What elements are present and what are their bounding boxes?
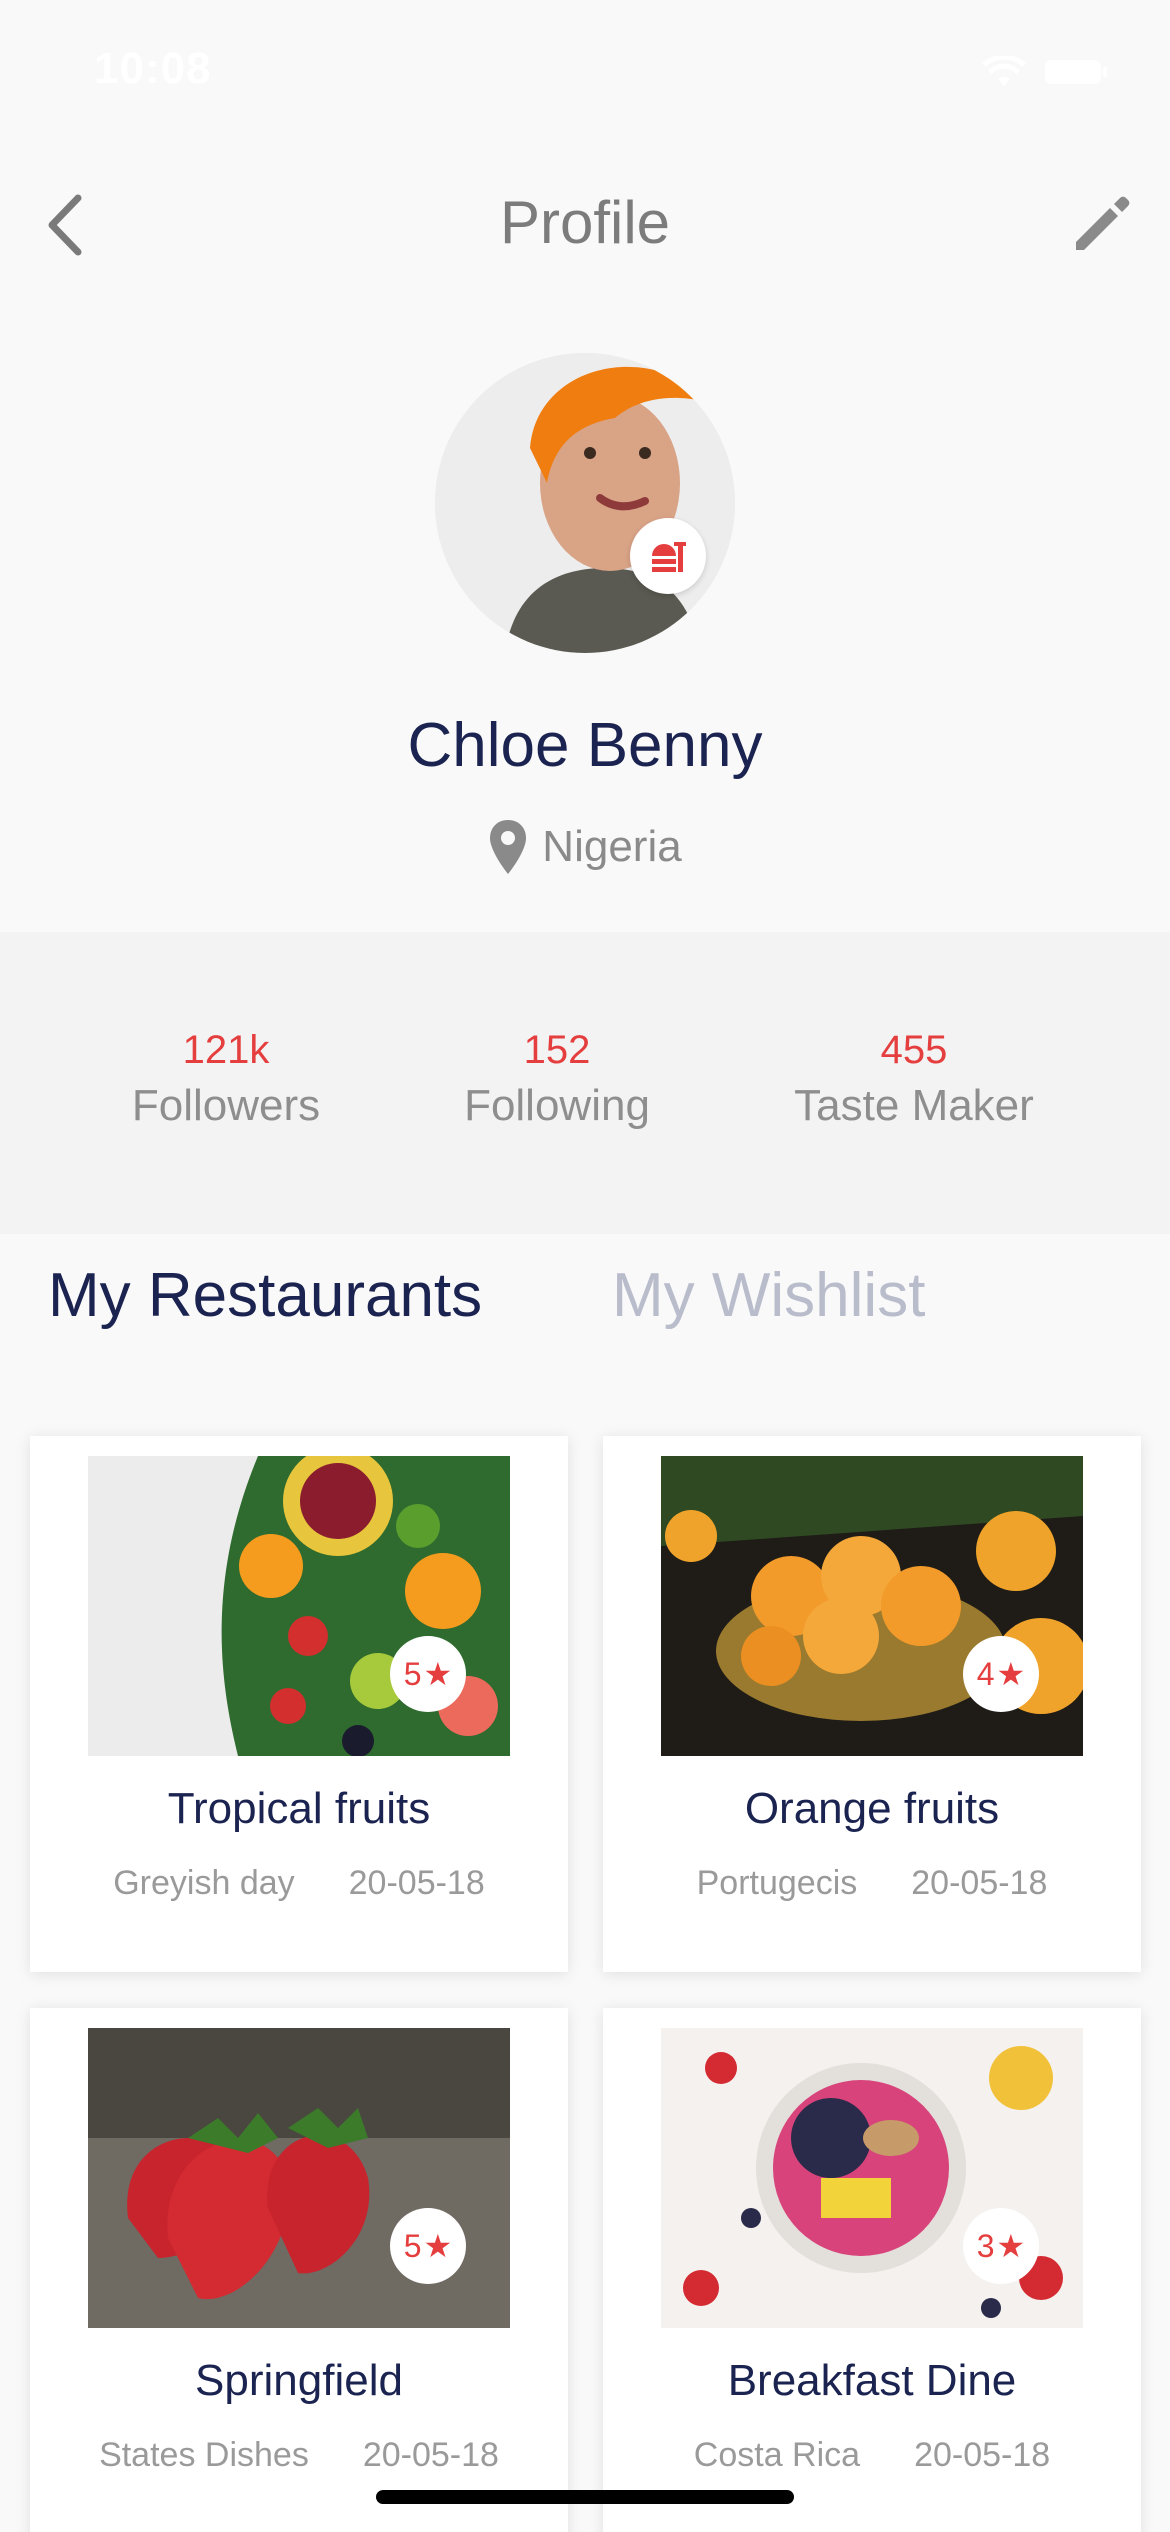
avatar[interactable] bbox=[435, 353, 735, 653]
avatar-image bbox=[435, 353, 735, 653]
battery-icon bbox=[1045, 60, 1107, 84]
status-icons bbox=[982, 56, 1108, 88]
breakfast-bowl-image bbox=[661, 2028, 1083, 2328]
restaurant-subtitle: Portugecis bbox=[696, 1864, 858, 1902]
edit-button[interactable] bbox=[1068, 192, 1134, 258]
stat-followers[interactable]: 121k Followers bbox=[76, 1022, 376, 1134]
location-label: Nigeria bbox=[542, 822, 682, 871]
stat-value: 152 bbox=[523, 1028, 591, 1072]
restaurant-image: 5 ★ bbox=[88, 1456, 510, 1756]
rating-value: 5 bbox=[403, 2227, 422, 2264]
restaurant-meta: Portugecis 20-05-18 bbox=[603, 1864, 1141, 1903]
star-icon: ★ bbox=[423, 2228, 453, 2264]
tab-bar: My Restaurants My Wishlist bbox=[0, 1260, 1170, 1350]
star-icon: ★ bbox=[423, 1656, 453, 1692]
status-bar: 10:08 bbox=[0, 0, 1170, 140]
page-title: Profile bbox=[499, 189, 671, 256]
restaurant-title: Breakfast Dine bbox=[727, 2356, 1017, 2405]
rating-value: 5 bbox=[403, 1655, 422, 1692]
restaurant-meta: States Dishes 20-05-18 bbox=[30, 2436, 568, 2475]
stat-value: 455 bbox=[880, 1028, 948, 1072]
rating-value: 3 bbox=[976, 2227, 995, 2264]
restaurant-date: 20-05-18 bbox=[914, 2436, 1051, 2474]
restaurant-meta: Greyish day 20-05-18 bbox=[30, 1864, 568, 1903]
stat-taste-maker[interactable]: 455 Taste Maker bbox=[764, 1022, 1064, 1134]
tab-my-wishlist[interactable]: My Wishlist bbox=[612, 1260, 925, 1331]
home-indicator[interactable] bbox=[376, 2490, 794, 2504]
profile-name: Chloe Benny bbox=[407, 711, 763, 780]
restaurant-card[interactable]: 3 ★ Breakfast Dine Costa Rica 20-05-18 bbox=[603, 2008, 1141, 2532]
restaurant-subtitle: States Dishes bbox=[99, 2436, 309, 2474]
restaurant-date: 20-05-18 bbox=[362, 2436, 499, 2474]
avatar-container bbox=[435, 353, 735, 653]
wifi-icon bbox=[982, 56, 1026, 86]
restaurant-image: 4 ★ bbox=[661, 1456, 1083, 1756]
tropical-fruits-image bbox=[88, 1456, 510, 1756]
restaurant-meta: Costa Rica 20-05-18 bbox=[603, 2436, 1141, 2475]
star-icon: ★ bbox=[996, 2228, 1026, 2264]
status-time: 10:08 bbox=[94, 44, 212, 93]
chef-badge bbox=[630, 518, 706, 594]
restaurant-subtitle: Greyish day bbox=[113, 1864, 295, 1902]
restaurant-title: Tropical fruits bbox=[167, 1784, 431, 1833]
restaurant-date: 20-05-18 bbox=[348, 1864, 485, 1902]
restaurant-subtitle: Costa Rica bbox=[693, 2436, 861, 2474]
restaurant-card[interactable]: 5 ★ Tropical fruits Greyish day 20-05-18 bbox=[30, 1436, 568, 1972]
stat-label: Followers bbox=[131, 1081, 321, 1130]
strawberries-image bbox=[88, 2028, 510, 2328]
profile-location: Nigeria bbox=[0, 818, 1170, 876]
stat-following[interactable]: 152 Following bbox=[407, 1022, 707, 1134]
restaurant-card[interactable]: 5 ★ Springfield States Dishes 20-05-18 bbox=[30, 2008, 568, 2532]
nav-bar: Profile bbox=[0, 170, 1170, 280]
restaurant-image: 3 ★ bbox=[661, 2028, 1083, 2328]
star-icon: ★ bbox=[996, 1656, 1026, 1692]
restaurant-date: 20-05-18 bbox=[911, 1864, 1048, 1902]
restaurant-card[interactable]: 4 ★ Orange fruits Portugecis 20-05-18 bbox=[603, 1436, 1141, 1972]
stat-label: Following bbox=[464, 1081, 650, 1130]
restaurant-title: Springfield bbox=[195, 2356, 403, 2405]
restaurant-title: Orange fruits bbox=[744, 1784, 1000, 1833]
rating-badge: 5 ★ bbox=[390, 2208, 466, 2284]
stat-value: 121k bbox=[182, 1028, 270, 1072]
restaurant-image: 5 ★ bbox=[88, 2028, 510, 2328]
location-pin-icon bbox=[490, 820, 527, 874]
stat-label: Taste Maker bbox=[794, 1081, 1034, 1130]
rating-badge: 4 ★ bbox=[963, 1636, 1039, 1712]
pencil-icon bbox=[1076, 196, 1130, 250]
orange-fruits-image bbox=[661, 1456, 1083, 1756]
food-icon bbox=[652, 542, 686, 572]
rating-badge: 5 ★ bbox=[390, 1636, 466, 1712]
stats-panel: 121k Followers 152 Following 455 Taste M… bbox=[0, 932, 1170, 1234]
rating-value: 4 bbox=[976, 1655, 995, 1692]
rating-badge: 3 ★ bbox=[963, 2208, 1039, 2284]
tab-my-restaurants[interactable]: My Restaurants bbox=[48, 1260, 482, 1331]
